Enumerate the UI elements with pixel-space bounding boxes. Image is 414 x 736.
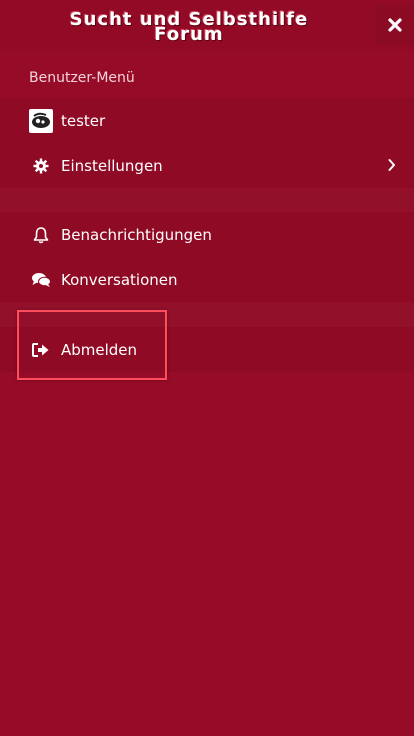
logo-line-2: Forum	[154, 24, 224, 46]
menu-item-conversations[interactable]: Konversationen	[0, 257, 414, 302]
menu-item-logout[interactable]: Abmelden	[0, 327, 414, 372]
site-logo[interactable]: Sucht und Selbsthilfe Forum	[4, 10, 374, 46]
menu-item-label: Abmelden	[61, 340, 138, 359]
menu-item-profile[interactable]: tester	[0, 98, 414, 143]
menu-item-settings[interactable]: Einstellungen	[0, 143, 414, 188]
bell-icon	[29, 223, 53, 247]
menu-item-label: tester	[61, 111, 106, 130]
close-icon	[388, 18, 402, 32]
close-button[interactable]	[376, 5, 414, 45]
menu-title: Benutzer-Menü	[29, 70, 135, 86]
menu-item-notifications[interactable]: Benachrichtigungen	[0, 212, 414, 257]
header: Sucht und Selbsthilfe Forum	[0, 0, 414, 50]
chevron-right-icon	[388, 157, 396, 176]
logout-icon	[29, 338, 53, 362]
menu-separator	[0, 188, 414, 212]
menu-item-label: Konversationen	[61, 270, 178, 289]
chat-bubbles-icon	[29, 268, 53, 292]
avatar	[29, 108, 53, 133]
menu-separator	[0, 302, 414, 327]
menu-item-label: Einstellungen	[61, 156, 163, 175]
gear-icon	[29, 154, 53, 178]
menu-item-label: Benachrichtigungen	[61, 225, 212, 244]
